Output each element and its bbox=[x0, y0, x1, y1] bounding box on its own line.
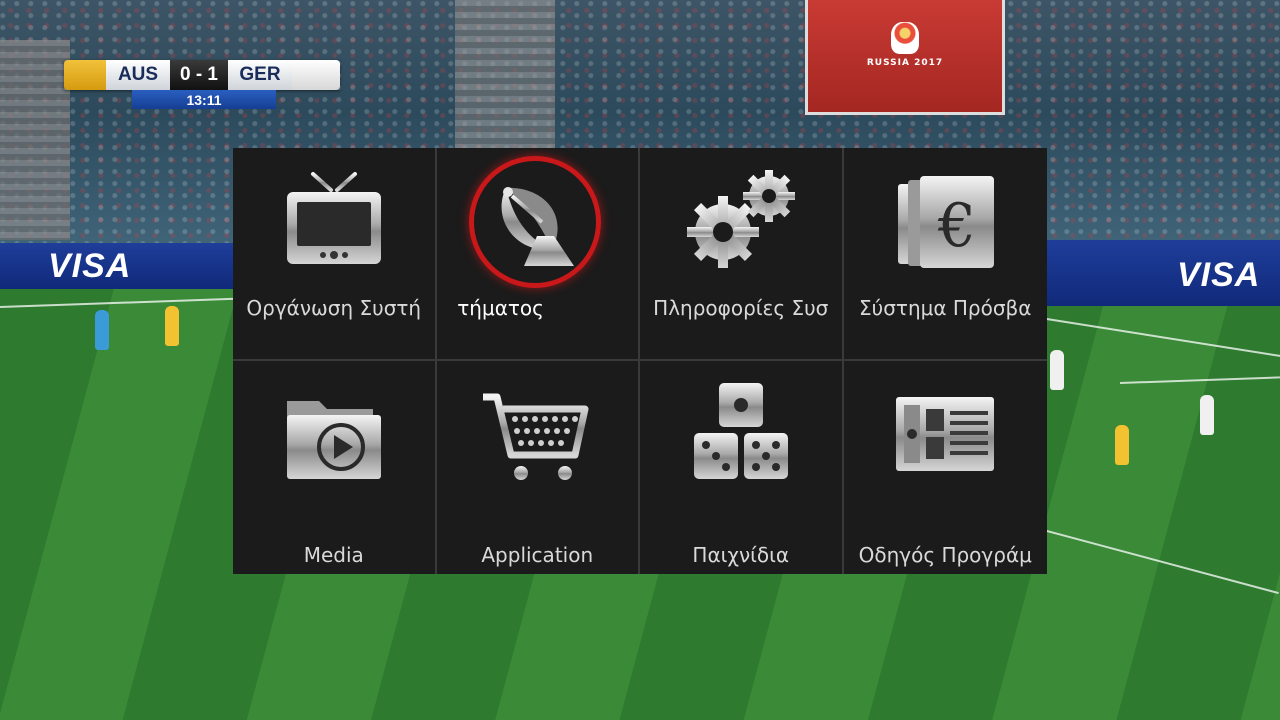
adboard-left: VISA bbox=[0, 243, 235, 289]
euro-cards-icon: € bbox=[898, 176, 995, 268]
main-menu: Οργάνωση Συστή τήματος Πληροφορίες Συσ €… bbox=[233, 148, 1047, 574]
dice-icon bbox=[693, 383, 788, 479]
svg-text:€: € bbox=[937, 191, 976, 261]
selection-ring bbox=[468, 156, 601, 288]
home-flag-icon bbox=[64, 60, 106, 90]
menu-item-conditional-access[interactable]: € Σύστημα Πρόσβα bbox=[843, 148, 1047, 361]
menu-item-application[interactable]: Application bbox=[437, 361, 640, 574]
away-flag-icon bbox=[292, 60, 340, 90]
referee bbox=[95, 310, 109, 350]
menu-item-label: Οργάνωση Συστή bbox=[246, 296, 422, 320]
menu-item-label: Οδηγός Προγράμ bbox=[858, 543, 1032, 567]
menu-item-label: Πληροφορίες Συσ bbox=[653, 296, 829, 320]
player bbox=[1050, 350, 1064, 390]
menu-item-media[interactable]: Media bbox=[233, 361, 437, 574]
media-folder-icon bbox=[286, 401, 381, 479]
player bbox=[1200, 395, 1214, 435]
stadium-screen: RUSSIA 2017 bbox=[805, 0, 1005, 115]
menu-item-label: τήματος bbox=[457, 296, 544, 320]
shopping-cart-icon bbox=[483, 393, 589, 480]
menu-item-games[interactable]: Παιχνίδια bbox=[640, 361, 844, 574]
menu-item-label: Σύστημα Πρόσβα bbox=[859, 296, 1032, 320]
scoreboard: AUS 0 - 1 GER bbox=[64, 60, 340, 90]
match-score: 0 - 1 bbox=[170, 60, 228, 90]
player bbox=[1115, 425, 1129, 465]
stadium-stairs bbox=[0, 40, 70, 240]
menu-item-label: Παιχνίδια bbox=[692, 543, 790, 567]
match-clock: 13:11 bbox=[132, 90, 276, 109]
gears-icon bbox=[686, 170, 795, 268]
home-team: AUS bbox=[106, 60, 170, 90]
tv-icon bbox=[286, 172, 381, 264]
menu-item-program-guide[interactable]: Οδηγός Προγράμ bbox=[844, 361, 1048, 574]
menu-item-label: Media bbox=[303, 543, 364, 567]
adboard-right: VISA bbox=[1047, 240, 1280, 306]
adboard-text: VISA bbox=[1177, 256, 1261, 294]
stadium-screen-text: RUSSIA 2017 bbox=[866, 58, 944, 68]
stadium-stairs bbox=[455, 0, 555, 150]
adboard-text: VISA bbox=[48, 247, 132, 285]
menu-item-installation[interactable]: Οργάνωση Συστή bbox=[233, 148, 437, 361]
menu-item-label: Application bbox=[481, 543, 594, 567]
menu-item-system[interactable]: τήματος bbox=[436, 148, 640, 361]
menu-item-information[interactable]: Πληροφορίες Συσ bbox=[640, 148, 844, 361]
tournament-emblem-icon bbox=[891, 22, 919, 54]
player bbox=[165, 306, 179, 346]
program-guide-icon bbox=[896, 397, 995, 471]
away-team: GER bbox=[228, 60, 292, 90]
